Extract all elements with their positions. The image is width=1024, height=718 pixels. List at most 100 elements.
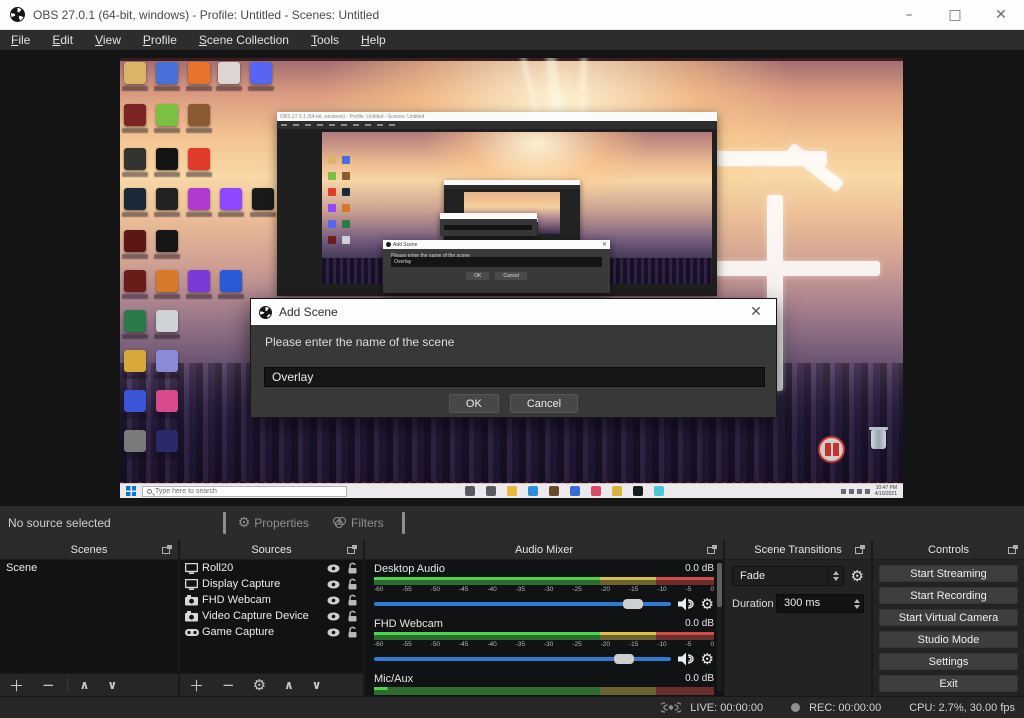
slider-handle[interactable] — [614, 654, 634, 664]
remove-scene-button[interactable]: − — [33, 676, 64, 694]
start-streaming-button[interactable]: Start Streaming — [879, 565, 1018, 582]
window-titlebar: OBS 27.0.1 (64-bit, windows) - Profile: … — [0, 0, 1024, 30]
camera-icon — [185, 595, 202, 606]
obs-logo-icon — [259, 306, 272, 319]
exit-button[interactable]: Exit — [879, 675, 1018, 692]
sources-list[interactable]: Roll20 Display Capture FHD Webcam — [180, 560, 363, 673]
mixer-body: Desktop Audio0.0 dB -60-55-50-45-40-35-3… — [365, 560, 723, 696]
speaker-icon[interactable] — [678, 597, 694, 611]
taskbar-search-placeholder: Type here to search — [155, 488, 217, 495]
gear-icon[interactable]: ⚙ — [701, 596, 714, 612]
add-scene-dialog: Add Scene ✕ Please enter the name of the… — [250, 298, 777, 418]
spinner-arrows-icon[interactable] — [850, 595, 863, 612]
studio-mode-button[interactable]: Studio Mode — [879, 631, 1018, 648]
dialog-title: Add Scene — [279, 305, 338, 319]
dock-float-icon — [347, 545, 357, 554]
live-status: LIVE: 00:00:00 — [690, 702, 763, 714]
menu-view[interactable]: View — [84, 31, 132, 49]
filters-button[interactable]: Filters — [321, 516, 396, 530]
splitter-handle[interactable] — [402, 512, 405, 534]
volume-meter — [374, 687, 714, 695]
meter-ticks: -60-55-50-45-40-35-30-25-20-15-10-50 — [374, 640, 714, 649]
source-row[interactable]: Display Capture — [180, 576, 363, 592]
minimize-button[interactable]: – — [886, 0, 932, 29]
scenes-list[interactable]: Scene — [0, 560, 178, 673]
slider-handle[interactable] — [623, 599, 643, 609]
start-recording-button[interactable]: Start Recording — [879, 587, 1018, 604]
taskbar-search-box: Type here to search — [142, 486, 347, 497]
properties-button[interactable]: ⚙ Properties — [226, 516, 321, 530]
transition-select[interactable]: Fade — [732, 566, 844, 586]
maximize-button[interactable]: □ — [932, 0, 978, 29]
combo-arrows-icon — [827, 567, 843, 585]
move-source-down-button[interactable]: ∨ — [303, 678, 331, 692]
add-source-button[interactable]: ＋ — [180, 675, 213, 696]
source-row[interactable]: Game Capture — [180, 624, 363, 640]
camera-icon — [185, 611, 202, 622]
visibility-eye-icon[interactable] — [327, 564, 340, 573]
menu-file[interactable]: File — [0, 31, 41, 49]
volume-meter — [374, 577, 714, 585]
ok-button[interactable]: OK — [449, 394, 499, 413]
move-scene-down-button[interactable]: ∨ — [98, 678, 126, 692]
remove-source-button[interactable]: − — [213, 676, 244, 694]
obs-logo-icon — [10, 7, 25, 22]
source-toolbar: No source selected ⚙ Properties Filters — [0, 506, 1024, 540]
cancel-button[interactable]: Cancel — [510, 394, 578, 413]
duration-label: Duration — [732, 598, 776, 610]
unlock-icon[interactable] — [347, 562, 358, 574]
gear-icon[interactable]: ⚙ — [701, 651, 714, 667]
add-scene-button[interactable]: ＋ — [0, 675, 33, 696]
visibility-eye-icon[interactable] — [327, 628, 340, 637]
unlock-icon[interactable] — [347, 626, 358, 638]
nested-add-scene-dialog: Add Scene ✕ Please enter the name of the… — [383, 240, 610, 293]
visibility-eye-icon[interactable] — [327, 596, 340, 605]
start-virtual-camera-button[interactable]: Start Virtual Camera — [879, 609, 1018, 626]
taskbar-app-icons — [465, 486, 664, 496]
transition-gear-icon[interactable]: ⚙ — [851, 566, 864, 586]
move-source-up-button[interactable]: ∧ — [275, 678, 303, 692]
unlock-icon[interactable] — [347, 610, 358, 622]
dock-float-icon — [855, 545, 865, 554]
unlock-icon[interactable] — [347, 594, 358, 606]
scene-name-input[interactable] — [264, 367, 765, 387]
settings-button[interactable]: Settings — [879, 653, 1018, 670]
scenes-title: Scenes — [0, 544, 178, 556]
preview-canvas[interactable]: OBS 27.0.1 (64-bit, windows) - Profile: … — [120, 58, 903, 498]
volume-slider[interactable] — [374, 594, 671, 614]
menu-edit[interactable]: Edit — [41, 31, 84, 49]
volume-meter — [374, 632, 714, 640]
menu-profile[interactable]: Profile — [132, 31, 188, 49]
source-row[interactable]: FHD Webcam — [180, 592, 363, 608]
dialog-close-button[interactable]: ✕ — [736, 304, 776, 320]
captured-taskbar: Type here to search 10:47 PM 4/10/2021 — [120, 483, 903, 498]
duration-spinbox[interactable]: 300 ms — [776, 594, 864, 613]
scene-list-item[interactable]: Scene — [0, 560, 178, 576]
visibility-eye-icon[interactable] — [327, 580, 340, 589]
menu-tools[interactable]: Tools — [300, 31, 350, 49]
scene-transitions-panel: Scene Transitions Fade ⚙ Duration 300 ms — [725, 540, 871, 696]
meter-ticks: -60-55-50-45-40-35-30-25-20-15-10-50 — [374, 585, 714, 594]
mixer-channel: FHD Webcam0.0 dB -60-55-50-45-40-35-30-2… — [374, 618, 714, 669]
unlock-icon[interactable] — [347, 578, 358, 590]
nested-add-scene-dialog-small — [440, 213, 537, 236]
docks-row: Scenes Scene ＋ − ∧ ∨ Sources Roll20 — [0, 540, 1024, 696]
source-row[interactable]: Roll20 — [180, 560, 363, 576]
source-properties-button[interactable]: ⚙ — [244, 676, 275, 694]
close-button[interactable]: ✕ — [978, 0, 1024, 29]
audio-mixer-panel: Audio Mixer Desktop Audio0.0 dB -60-55-5… — [365, 540, 723, 696]
mixer-title: Audio Mixer — [365, 544, 723, 556]
mixer-scrollbar[interactable] — [717, 563, 722, 691]
speaker-icon[interactable] — [678, 652, 694, 666]
visibility-eye-icon[interactable] — [327, 612, 340, 621]
nested-window-title: OBS 27.0.1 (64-bit, windows) - Profile: … — [280, 114, 424, 120]
db-value: 0.0 dB — [685, 563, 714, 577]
dialog-titlebar: Add Scene ✕ — [251, 299, 776, 325]
search-icon — [147, 489, 152, 494]
menu-help[interactable]: Help — [350, 31, 397, 49]
move-scene-up-button[interactable]: ∧ — [71, 678, 99, 692]
menu-scene-collection[interactable]: Scene Collection — [188, 31, 300, 49]
mixer-channel: Mic/Aux0.0 dB — [374, 673, 714, 695]
volume-slider[interactable] — [374, 649, 671, 669]
source-row[interactable]: Video Capture Device — [180, 608, 363, 624]
